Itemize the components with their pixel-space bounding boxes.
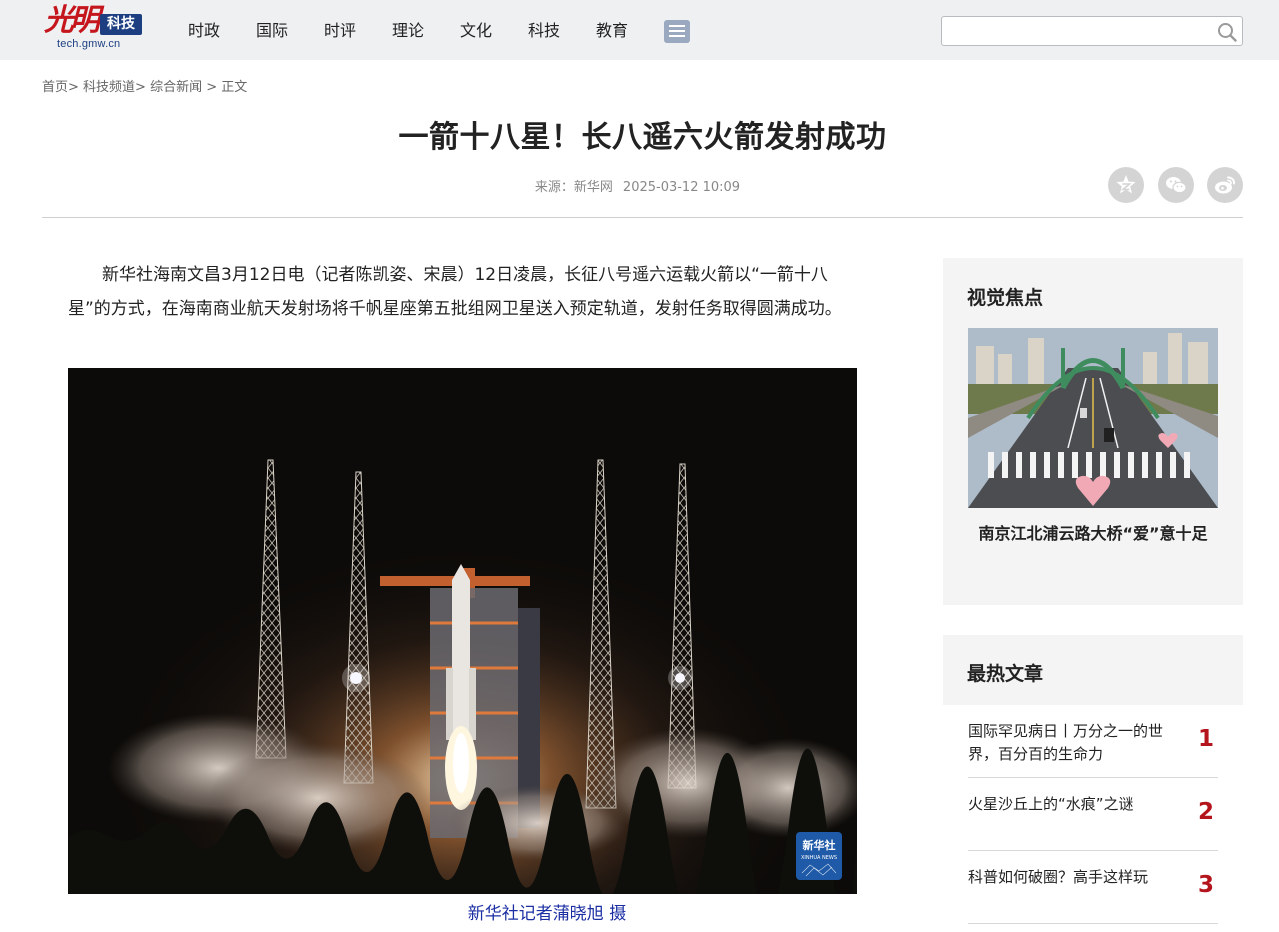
nav-item-culture[interactable]: 文化 — [460, 19, 528, 43]
hot-article-item[interactable]: 科普如何破圈？高手这样玩 3 — [968, 851, 1218, 924]
logo-channel-tag: 科技 — [100, 14, 142, 35]
hot-article-rank: 1 — [1197, 726, 1214, 752]
hot-article-link[interactable]: 国际罕见病日丨万分之一的世界，百分百的生命力 — [968, 720, 1184, 766]
weibo-icon — [1215, 176, 1235, 194]
nav-item-commentary[interactable]: 时评 — [324, 19, 392, 43]
article-source: 来源：新华网 — [534, 180, 613, 195]
nav-item-technology[interactable]: 科技 — [528, 19, 596, 43]
visual-focus-caption[interactable]: 南京江北浦云路大桥“爱”意十足 — [943, 520, 1243, 544]
hot-articles-list: 国际罕见病日丨万分之一的世界，百分百的生命力 1 火星沙丘上的“水痕”之谜 2 … — [968, 705, 1218, 924]
hot-articles-header: 最热文章 — [943, 635, 1243, 705]
site-logo[interactable]: 光明 科技 tech.gmw.cn — [42, 4, 146, 54]
article-lead-paragraph: 新华社海南文昌3月12日电（记者陈凯姿、宋晨）12日凌晨，长征八号遥六运载火箭以… — [68, 265, 842, 319]
hot-article-item[interactable]: 火星沙丘上的“水痕”之谜 2 — [968, 778, 1218, 851]
nav-item-international[interactable]: 国际 — [256, 19, 324, 43]
breadcrumb: 首页> 科技频道> 综合新闻 > 正文 — [42, 76, 247, 95]
breadcrumb-channel[interactable]: 科技频道> — [83, 80, 146, 95]
xinhua-logo-subtext: XINHUA NEWS — [801, 855, 837, 861]
hot-article-rank: 2 — [1197, 799, 1214, 825]
hot-article-link[interactable]: 火星沙丘上的“水痕”之谜 — [968, 793, 1184, 816]
article-meta: 来源：新华网 2025-03-12 10:09 — [0, 176, 1275, 195]
search-box — [941, 16, 1243, 46]
article-datetime: 2025-03-12 10:09 — [622, 180, 741, 195]
hot-article-item[interactable]: 国际罕见病日丨万分之一的世界，百分百的生命力 1 — [968, 705, 1218, 778]
top-navigation-bar: 光明 科技 tech.gmw.cn 时政 国际 时评 理论 文化 科技 教育 — [0, 0, 1279, 60]
breadcrumb-separator: > — [206, 80, 218, 95]
share-weibo-button[interactable] — [1207, 167, 1243, 203]
photo-caption: 新华社记者蒲晓旭 摄 — [68, 899, 1026, 924]
share-wechat-button[interactable] — [1158, 167, 1194, 203]
article-title: 一箭十八星！长八遥六火箭发射成功 — [398, 120, 887, 155]
search-input[interactable] — [948, 20, 1210, 42]
visual-focus-heading: 视觉焦点 — [967, 287, 1044, 309]
logo-url: tech.gmw.cn — [57, 38, 121, 50]
menu-list-icon[interactable] — [664, 20, 690, 43]
nav-item-politics[interactable]: 时政 — [188, 19, 256, 43]
main-nav: 时政 国际 时评 理论 文化 科技 教育 — [188, 19, 664, 43]
wechat-icon — [1166, 177, 1187, 194]
search-icon[interactable] — [1217, 22, 1237, 42]
photo-credit: 新华社记者蒲晓旭 摄 — [467, 904, 627, 924]
share-qzone-button[interactable] — [1108, 167, 1144, 203]
hot-article-rank: 3 — [1197, 872, 1214, 898]
breadcrumb-section[interactable]: 综合新闻 — [150, 80, 202, 95]
hot-article-link[interactable]: 科普如何破圈？高手这样玩 — [968, 866, 1184, 889]
breadcrumb-home[interactable]: 首页> — [42, 80, 79, 95]
nav-item-theory[interactable]: 理论 — [392, 19, 460, 43]
logo-brush-text: 光明 — [44, 3, 100, 38]
nav-item-education[interactable]: 教育 — [596, 19, 664, 43]
qzone-star-icon — [1116, 175, 1136, 194]
breadcrumb-current: 正文 — [221, 80, 248, 95]
xinhua-logo-text: 新华社 — [803, 838, 836, 852]
rocket-launch-photo: 新华社 XINHUA NEWS — [68, 368, 857, 894]
bridge-photo-thumbnail[interactable] — [968, 328, 1218, 508]
title-divider — [42, 217, 1243, 218]
hot-articles-heading: 最热文章 — [967, 663, 1044, 685]
